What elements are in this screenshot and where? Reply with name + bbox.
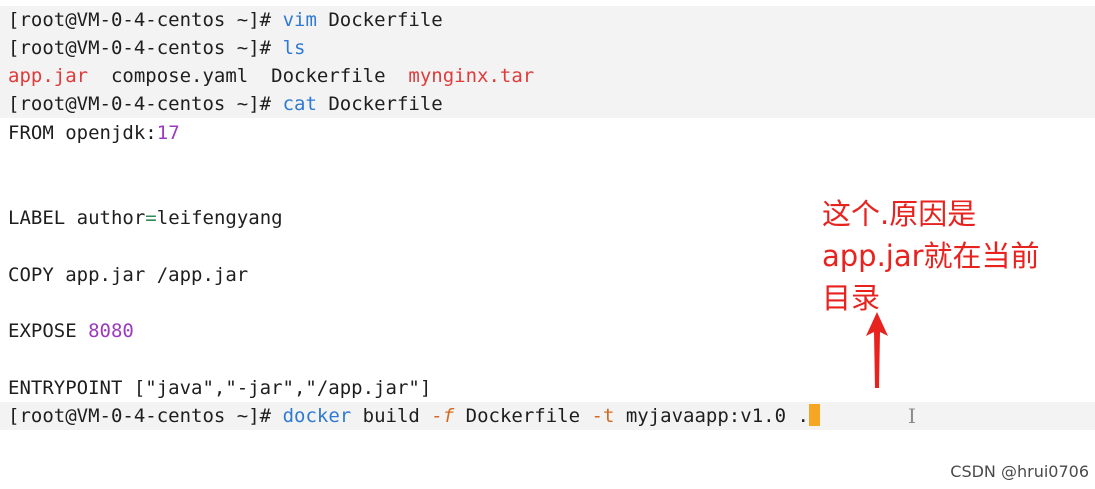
dockerfile-from: FROM openjdk:17 [8, 119, 180, 147]
image-tag: 17 [156, 122, 180, 144]
file-app-jar: app.jar [8, 65, 89, 87]
label-key: author [76, 207, 146, 229]
flag-t: -t [591, 405, 615, 427]
command-docker: docker [282, 405, 352, 427]
command-cat: cat [282, 93, 317, 115]
terminal-line-cat: [root@VM-0-4-centos ~]# cat Dockerfile [0, 90, 1095, 118]
terminal-input-line[interactable]: [root@VM-0-4-centos ~]# docker build -f … [0, 402, 1095, 430]
entrypoint-args: ["java","-jar","/app.jar"] [133, 377, 432, 399]
file-mynginx-tar: mynginx.tar [408, 65, 535, 87]
keyword-expose: EXPOSE [8, 320, 77, 342]
shell-prompt: [root@VM-0-4-centos ~]# [8, 9, 272, 31]
file-compose-yaml: compose.yaml [110, 65, 249, 87]
dockerfile-copy: COPY app.jar /app.jar [8, 261, 248, 289]
flag-f: -f [431, 405, 455, 427]
copy-args: app.jar /app.jar [65, 264, 249, 286]
watermark: CSDN @hrui0706 [950, 462, 1089, 481]
shell-prompt: [root@VM-0-4-centos ~]# [8, 37, 272, 59]
keyword-label: LABEL [8, 207, 66, 229]
dockerfile-entrypoint: ENTRYPOINT ["java","-jar","/app.jar"] [8, 374, 431, 402]
keyword-entrypoint: ENTRYPOINT [8, 377, 123, 399]
subcommand-build: build [362, 405, 420, 427]
file-dockerfile: Dockerfile [271, 65, 386, 87]
expose-port: 8080 [88, 320, 134, 342]
build-file: Dockerfile [465, 405, 581, 427]
terminal-line-ls: [root@VM-0-4-centos ~]# ls [0, 34, 1095, 62]
ls-output: app.jar compose.yaml Dockerfile mynginx.… [0, 62, 1095, 90]
label-equals: = [145, 207, 157, 229]
command-ls: ls [282, 37, 306, 59]
image-tag: v1.0 [740, 405, 787, 427]
keyword-copy: COPY [8, 264, 54, 286]
image-separator: : [145, 122, 157, 144]
keyword-from: FROM [8, 122, 54, 144]
image-tag-separator: : [728, 405, 741, 427]
command-vim: vim [282, 9, 317, 31]
shell-prompt: [root@VM-0-4-centos ~]# [8, 93, 272, 115]
dockerfile-label: LABEL author=leifengyang [8, 204, 283, 232]
build-context: . [797, 405, 809, 427]
image-name: myjavaapp [625, 405, 729, 427]
command-arg: Dockerfile [328, 93, 443, 115]
dockerfile-expose: EXPOSE 8080 [8, 317, 134, 345]
shell-prompt: [root@VM-0-4-centos ~]# [8, 405, 272, 427]
text-cursor [808, 404, 820, 426]
terminal-line-vim: [root@VM-0-4-centos ~]# vim Dockerfile [0, 6, 1095, 34]
label-value: leifengyang [156, 207, 283, 229]
base-image: openjdk [65, 122, 146, 144]
command-arg: Dockerfile [328, 9, 443, 31]
annotation-note: 这个.原因是 app.jar就在当前 目录 [822, 197, 1040, 315]
ibeam-cursor-icon: I [908, 404, 916, 428]
annotation-arrow-icon [866, 312, 888, 388]
